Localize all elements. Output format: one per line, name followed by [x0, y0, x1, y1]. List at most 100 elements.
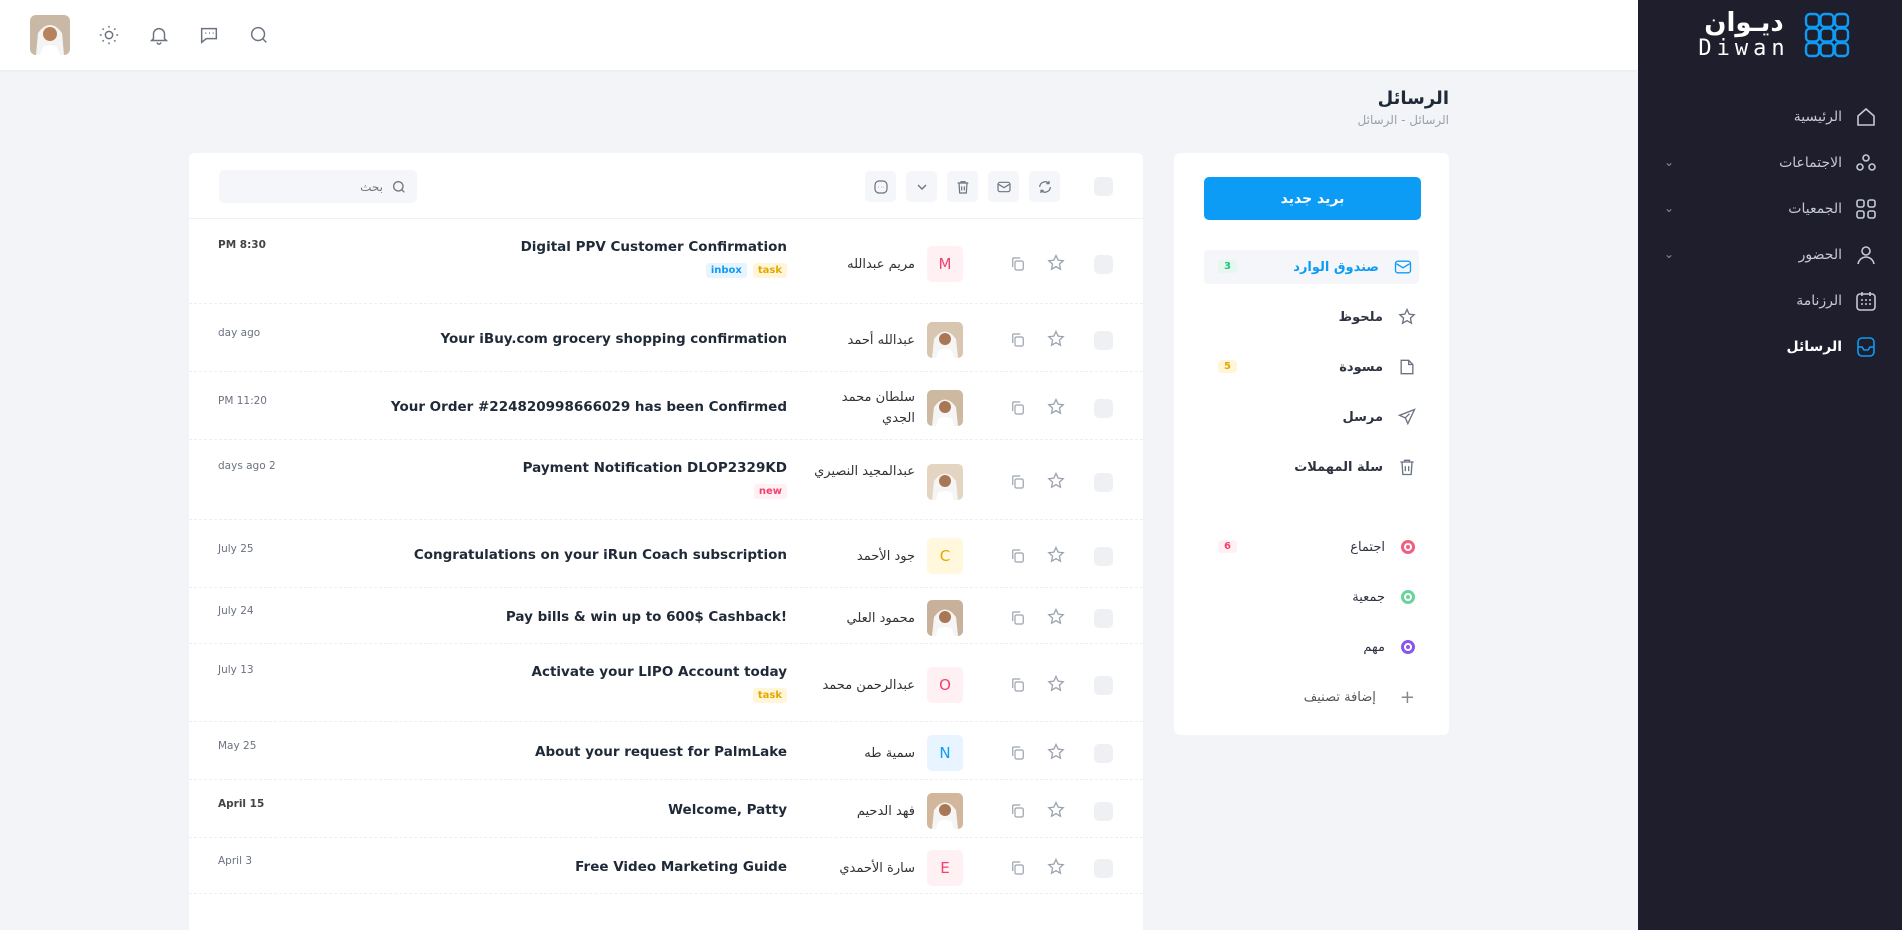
associations-icon — [1856, 199, 1876, 219]
row-checkbox[interactable] — [1094, 331, 1113, 350]
row-checkbox[interactable] — [1094, 802, 1113, 821]
star-icon[interactable] — [1046, 800, 1066, 820]
sender-name: سارة الأحمدي — [839, 861, 915, 876]
row-checkbox[interactable] — [1094, 859, 1113, 878]
message-time: May 25 — [218, 740, 257, 752]
copy-icon[interactable] — [1009, 399, 1027, 417]
calendar-icon — [1856, 292, 1876, 311]
message-row[interactable]: سلطان محمد الجدي Your Order #224820998666… — [189, 372, 1143, 440]
search-input[interactable] — [243, 179, 383, 194]
more-options-button[interactable] — [865, 171, 896, 202]
row-checkbox[interactable] — [1094, 547, 1113, 566]
nav-item-2[interactable]: ⌄ الجمعيات — [1638, 186, 1902, 232]
brand-name: ديـوان Diwan — [1698, 10, 1789, 60]
row-checkbox[interactable] — [1094, 473, 1113, 492]
star-icon[interactable] — [1046, 545, 1066, 565]
message-list: M مريم عبدالله Digital PPV Customer Confir… — [189, 153, 1143, 930]
message-time: July 13 — [218, 664, 254, 676]
copy-icon[interactable] — [1009, 547, 1027, 565]
folder-item-3[interactable]: مرسل — [1204, 400, 1419, 434]
message-time: July 24 — [218, 605, 254, 617]
label-item-0[interactable]: 6 اجتماع — [1204, 530, 1419, 564]
folder-count: 3 — [1218, 260, 1237, 273]
folder-item-2[interactable]: 5 مسودة — [1204, 350, 1419, 384]
message-row[interactable]: E سارة الأحمدي Free Video Marketing Guide A… — [189, 838, 1143, 894]
mark-read-button[interactable] — [988, 171, 1019, 202]
star-icon[interactable] — [1046, 607, 1066, 627]
star-icon[interactable] — [1046, 742, 1066, 762]
message-row[interactable]: O عبدالرحمن محمد Activate your LIPO Accoun… — [189, 644, 1143, 722]
copy-icon[interactable] — [1009, 744, 1027, 762]
messages-icon — [1857, 337, 1875, 357]
sun-icon[interactable] — [98, 24, 120, 46]
select-all-checkbox[interactable] — [1094, 177, 1113, 196]
message-row[interactable]: عبدالله أحمد Your iBuy.com grocery shoppi… — [189, 304, 1143, 372]
row-checkbox[interactable] — [1094, 744, 1113, 763]
search-box[interactable] — [219, 170, 417, 203]
message-time: days ago 2 — [218, 460, 276, 472]
star-icon[interactable] — [1046, 397, 1066, 417]
message-rows: M مريم عبدالله Digital PPV Customer Confir… — [189, 219, 1143, 894]
message-row[interactable]: محمود العلي Pay bills & win up to 600$ Ca… — [189, 588, 1143, 644]
star-icon[interactable] — [1046, 253, 1066, 273]
draft-icon — [1400, 359, 1414, 375]
tag-badge: new — [753, 484, 787, 499]
row-checkbox[interactable] — [1094, 676, 1113, 695]
add-label-button[interactable]: إضافة تصنيف + — [1204, 680, 1419, 714]
row-checkbox[interactable] — [1094, 255, 1113, 274]
message-row[interactable]: فهد الدحيم Welcome, Patty April 15 — [189, 780, 1143, 838]
new-mail-button[interactable]: بريد جديد — [1204, 177, 1421, 220]
row-checkbox[interactable] — [1094, 609, 1113, 628]
folder-item-4[interactable]: سلة المهملات — [1204, 450, 1419, 484]
nav-item-3[interactable]: ⌄ الحضور — [1638, 232, 1902, 278]
label-item-1[interactable]: جمعية — [1204, 580, 1419, 614]
sender-name: جود الأحمد — [856, 549, 915, 564]
breadcrumb[interactable]: الرسائل - الرسائل — [1358, 113, 1449, 127]
star-icon[interactable] — [1046, 857, 1066, 877]
nav-item-1[interactable]: ⌄ الاجتماعات — [1638, 140, 1902, 186]
star-icon[interactable] — [1046, 471, 1066, 491]
sender-name: سمية طه — [864, 746, 915, 761]
copy-icon[interactable] — [1009, 802, 1027, 820]
message-row[interactable]: N سمية طه About your request for PalmLake M… — [189, 722, 1143, 780]
copy-icon[interactable] — [1009, 676, 1027, 694]
sender-avatar — [927, 322, 963, 358]
user-icon — [1857, 246, 1875, 265]
tag-badge: inbox — [705, 263, 747, 278]
user-avatar[interactable] — [30, 15, 70, 55]
copy-icon[interactable] — [1009, 255, 1027, 273]
message-time: July 25 — [218, 543, 254, 555]
nav-item-4[interactable]: الرزنامة — [1638, 278, 1902, 324]
copy-icon[interactable] — [1009, 859, 1027, 877]
star-icon[interactable] — [1046, 329, 1066, 349]
refresh-button[interactable] — [1029, 171, 1060, 202]
dropdown-button[interactable] — [906, 171, 937, 202]
delete-button[interactable] — [947, 171, 978, 202]
label-text: مهم — [1363, 639, 1385, 655]
message-row[interactable]: عبدالمجيد النصيري Payment Notification DL… — [189, 440, 1143, 520]
star-icon — [1398, 307, 1416, 325]
nav-item-5[interactable]: الرسائل — [1638, 324, 1902, 370]
copy-icon[interactable] — [1009, 331, 1027, 349]
label-item-2[interactable]: مهم — [1204, 630, 1419, 664]
chat-icon[interactable] — [198, 24, 220, 46]
folder-item-1[interactable]: ملحوظ — [1204, 300, 1419, 334]
copy-icon[interactable] — [1009, 609, 1027, 627]
chevron-down-icon: ⌄ — [1664, 201, 1675, 215]
message-time: PM 11:20 — [218, 395, 267, 407]
nav-item-0[interactable]: الرئيسية — [1638, 94, 1902, 140]
envelope-icon — [996, 181, 1011, 192]
folder-item-0[interactable]: 3 صندوق الوارد — [1204, 250, 1419, 284]
message-subject: Digital PPV Customer Confirmation — [520, 239, 787, 255]
message-row[interactable]: C جود الأحمد Congratulations on your iRun … — [189, 520, 1143, 588]
message-row[interactable]: M مريم عبدالله Digital PPV Customer Confir… — [189, 219, 1143, 304]
star-icon[interactable] — [1046, 674, 1066, 694]
copy-icon[interactable] — [1009, 473, 1027, 491]
chevron-down-icon: ⌄ — [1664, 155, 1675, 169]
row-checkbox[interactable] — [1094, 399, 1113, 418]
bell-icon[interactable] — [148, 24, 170, 46]
brand[interactable]: ديـوان Diwan — [1638, 0, 1902, 70]
message-subject: Activate your LIPO Account today — [531, 664, 787, 680]
search-icon[interactable] — [248, 24, 270, 46]
label-dot-icon — [1401, 590, 1415, 604]
